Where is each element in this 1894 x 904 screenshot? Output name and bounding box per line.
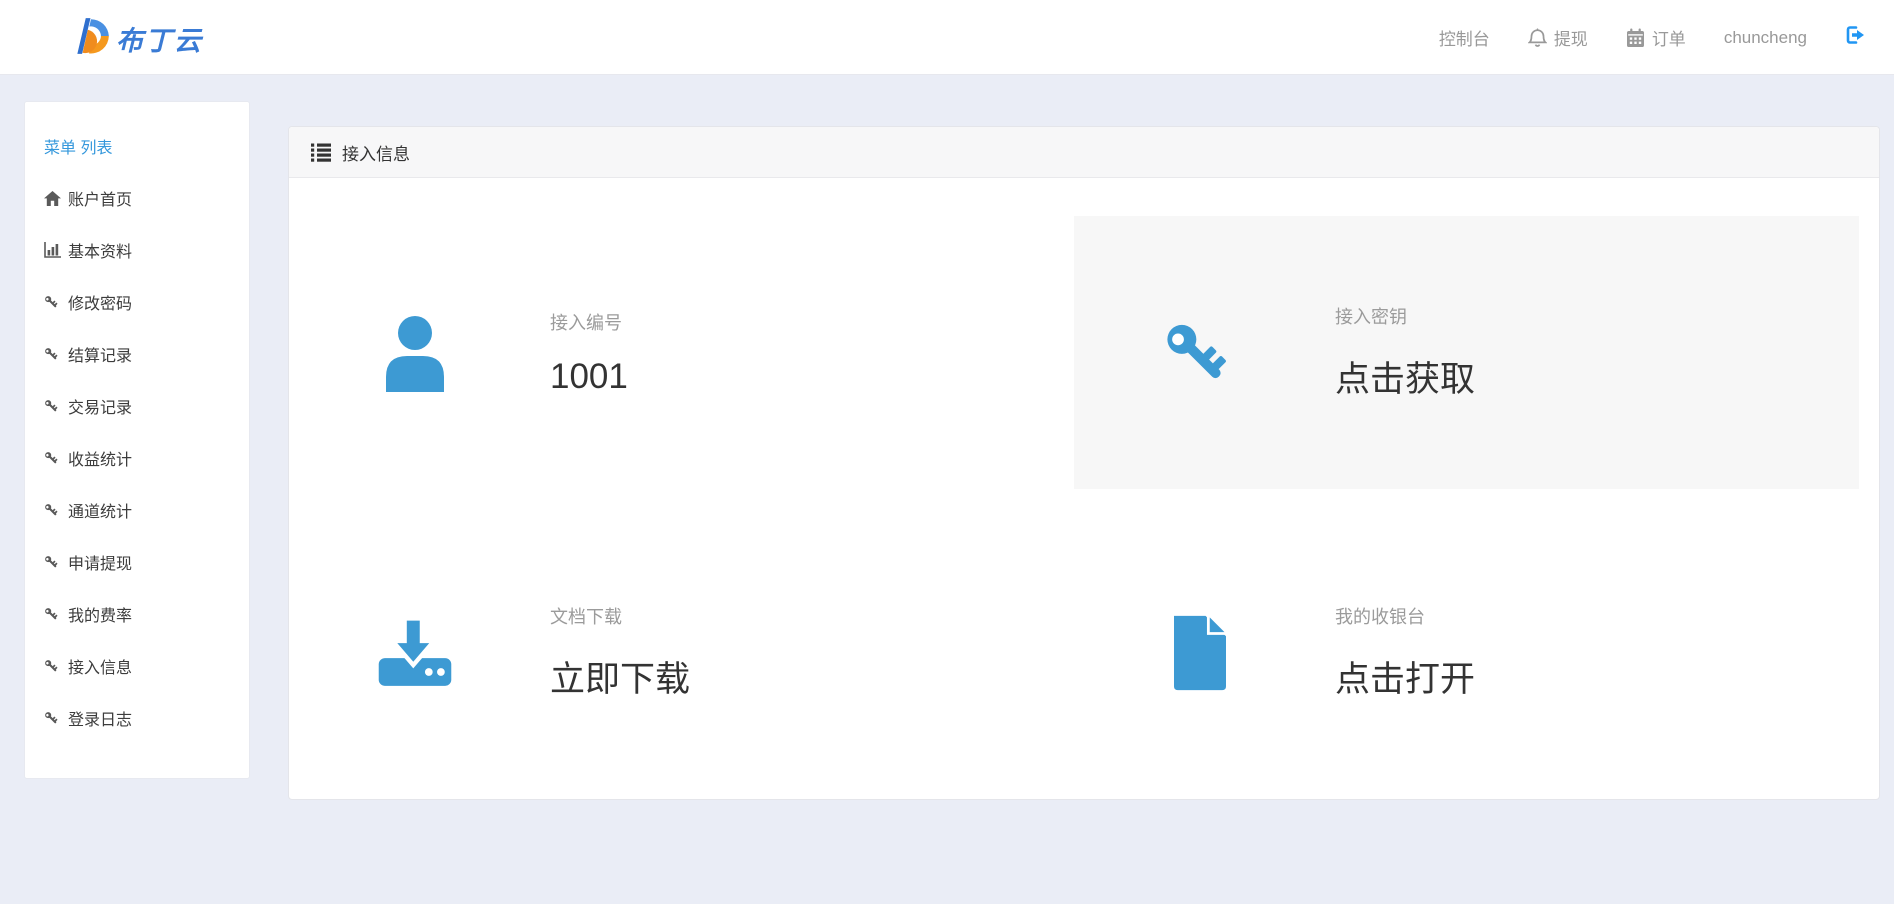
sidebar-item-settlement-log[interactable]: 结算记录	[25, 328, 249, 380]
nav-item-withdraw[interactable]: 提现	[1528, 25, 1588, 50]
brand-logo-icon	[70, 15, 112, 62]
nav-item-label: chuncheng	[1724, 28, 1807, 48]
key-icon	[44, 606, 68, 622]
sidebar-item-label: 收益统计	[68, 446, 132, 470]
sidebar-item-channel-stats[interactable]: 通道统计	[25, 484, 249, 536]
tile-value: 立即下载	[550, 651, 690, 702]
sidebar-item-change-password[interactable]: 修改密码	[25, 276, 249, 328]
brand-name: 布丁云	[116, 19, 203, 58]
tile-value: 点击获取	[1335, 351, 1475, 402]
sidebar-item-label: 申请提现	[68, 550, 132, 574]
sidebar: 菜单 列表 账户首页 基本资料 修改密码 结算记录 交易记录 收益统计 通道统计…	[24, 101, 250, 779]
key-icon	[44, 294, 68, 310]
nav-item-label: 控制台	[1439, 25, 1490, 50]
sidebar-item-login-log[interactable]: 登录日志	[25, 692, 249, 744]
sidebar-item-revenue-stats[interactable]: 收益统计	[25, 432, 249, 484]
big-key-icon	[1162, 313, 1238, 393]
tile-value: 1001	[550, 357, 628, 397]
tile-doc-download[interactable]: 文档下载 立即下载	[289, 516, 1074, 789]
key-icon	[44, 710, 68, 726]
sidebar-item-access-info[interactable]: 接入信息	[25, 640, 249, 692]
sidebar-item-label: 通道统计	[68, 498, 132, 522]
nav-item-label: 订单	[1652, 25, 1686, 50]
key-icon	[44, 658, 68, 674]
brand[interactable]: 布丁云	[70, 14, 203, 62]
card-title: 接入信息	[342, 140, 410, 165]
tile-access-number[interactable]: 接入编号 1001	[289, 216, 1074, 489]
nav-item-console[interactable]: 控制台	[1439, 25, 1490, 50]
sidebar-item-label: 修改密码	[68, 290, 132, 314]
sidebar-item-label: 登录日志	[68, 706, 132, 730]
tile-label: 接入密钥	[1335, 303, 1475, 329]
sidebar-item-label: 账户首页	[68, 186, 132, 210]
download-icon	[377, 613, 453, 693]
sidebar-item-account-home[interactable]: 账户首页	[25, 172, 249, 224]
tile-label: 文档下载	[550, 603, 690, 629]
key-icon	[44, 450, 68, 466]
top-navbar: 布丁云 控制台 提现 订单 chuncheng	[0, 0, 1894, 75]
sidebar-item-apply-withdraw[interactable]: 申请提现	[25, 536, 249, 588]
sidebar-item-label: 接入信息	[68, 654, 132, 678]
key-icon	[44, 502, 68, 518]
calendar-icon	[1626, 28, 1645, 48]
sidebar-item-label: 结算记录	[68, 342, 132, 366]
sign-out-icon	[1845, 25, 1866, 50]
user-icon	[377, 313, 453, 393]
key-icon	[44, 554, 68, 570]
key-icon	[44, 398, 68, 414]
list-icon	[311, 143, 331, 162]
home-icon	[44, 191, 68, 206]
tile-my-checkout[interactable]: 我的收银台 点击打开	[1074, 516, 1859, 789]
nav-item-orders[interactable]: 订单	[1626, 25, 1686, 50]
card-header: 接入信息	[289, 127, 1879, 178]
nav-item-label: 提现	[1554, 25, 1588, 50]
tiles-grid: 接入编号 1001 接入密钥 点击获取 文档下载 立即下载 我的收银台 点击打开	[289, 178, 1879, 789]
file-icon	[1162, 613, 1238, 693]
nav-menu: 控制台 提现 订单 chuncheng	[1439, 0, 1866, 75]
access-info-card: 接入信息 接入编号 1001 接入密钥 点击获取 文档下载 立即下载 我的收银台…	[288, 126, 1880, 800]
sidebar-item-transaction-log[interactable]: 交易记录	[25, 380, 249, 432]
key-icon	[44, 346, 68, 362]
tile-label: 我的收银台	[1335, 603, 1475, 629]
sidebar-title: 菜单 列表	[25, 120, 249, 172]
bar-chart-icon	[44, 242, 68, 258]
nav-item-user[interactable]: chuncheng	[1724, 28, 1807, 48]
sidebar-item-my-rates[interactable]: 我的费率	[25, 588, 249, 640]
logout-button[interactable]	[1845, 25, 1866, 50]
sidebar-item-basic-info[interactable]: 基本资料	[25, 224, 249, 276]
bell-icon	[1528, 28, 1547, 48]
tile-value: 点击打开	[1335, 651, 1475, 702]
sidebar-item-label: 基本资料	[68, 238, 132, 262]
tile-label: 接入编号	[550, 309, 628, 335]
sidebar-items: 账户首页 基本资料 修改密码 结算记录 交易记录 收益统计 通道统计 申请提现 …	[25, 172, 249, 744]
sidebar-item-label: 我的费率	[68, 602, 132, 626]
sidebar-item-label: 交易记录	[68, 394, 132, 418]
tile-access-key[interactable]: 接入密钥 点击获取	[1074, 216, 1859, 489]
